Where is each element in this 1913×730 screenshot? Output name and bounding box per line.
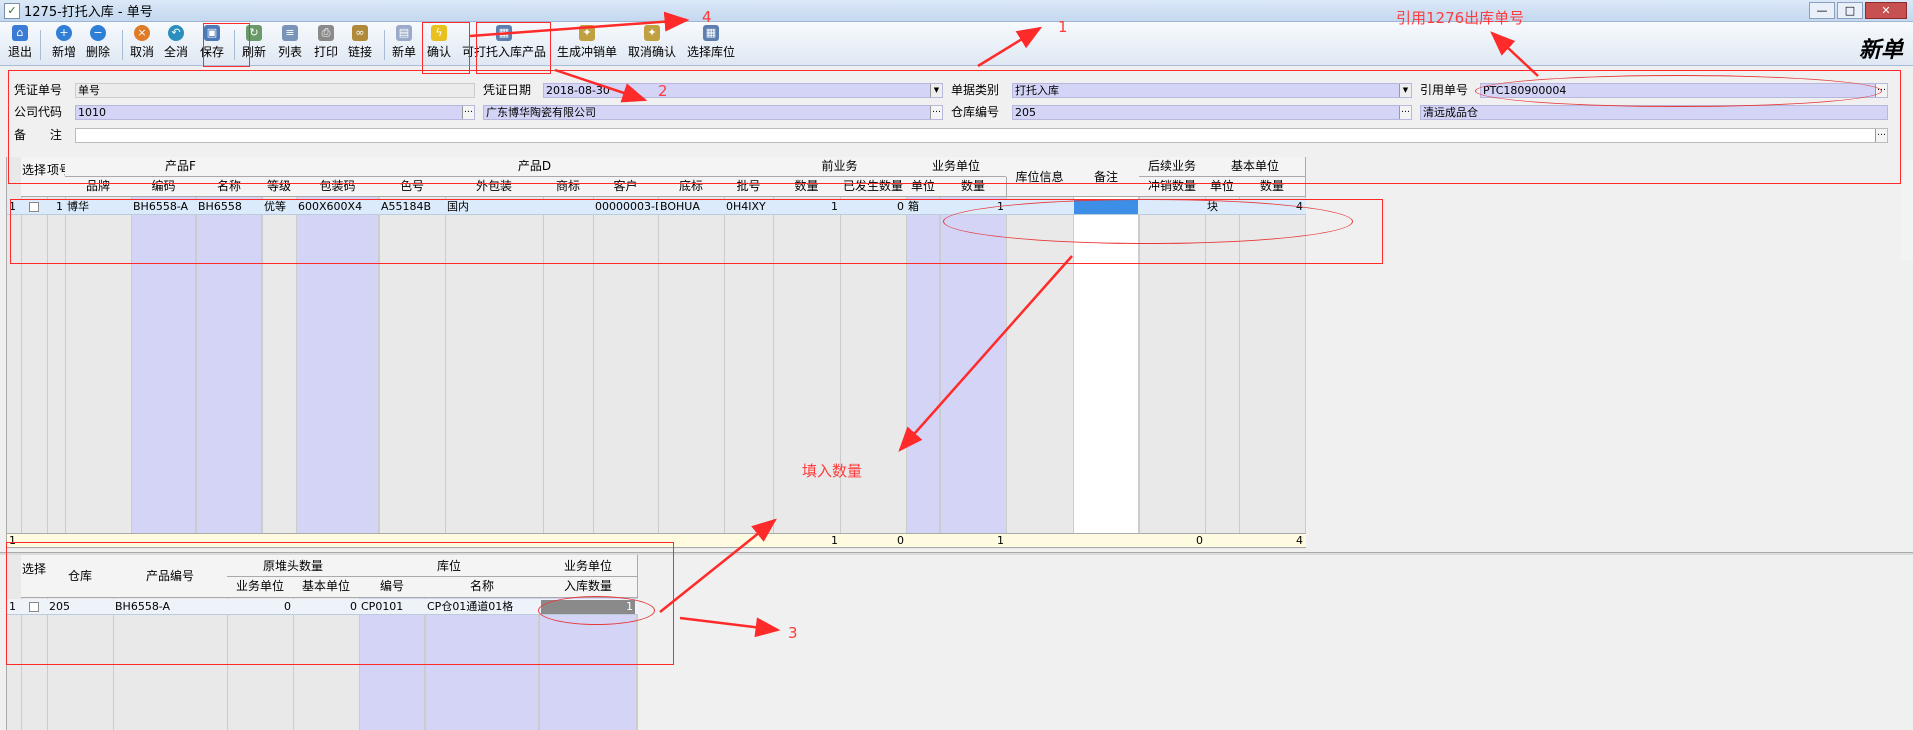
annotation-ellipse-in-qty [538,596,655,625]
link-icon: ∞ [352,25,368,41]
annotation-box-palletizable [476,22,551,74]
annotation-ellipse-ref [1475,75,1882,107]
minus-icon: − [90,25,106,41]
undo-icon: ↶ [168,25,184,41]
print-button[interactable]: ⎙ 打印 [314,25,338,63]
select-location-button[interactable]: ▦ 选择库位 [687,25,735,63]
footer-qty: 1 [997,534,1004,547]
annotation-2: 2 [658,82,668,100]
home-icon: ⌂ [12,25,28,41]
close-button[interactable]: ✕ [1865,2,1907,19]
footer-done-qty: 0 [897,534,904,547]
document-icon: ▤ [396,25,412,41]
minimize-button[interactable]: — [1809,2,1835,19]
toolbar: ⌂ 退出 + 新增 − 删除 × 取消 ↶ 全消 ▣ 保存 ↻ 刷新 ≡ 列表 ⎙ 打印 ∞ 链接 … [0,22,1913,66]
app-icon: ✓ [4,2,20,19]
annotation-4: 4 [702,8,712,26]
window-title: 1275-打托入库 - 单号 [24,5,153,20]
annotation-3: 3 [788,624,798,642]
link-button[interactable]: ∞ 链接 [348,25,372,63]
add-button[interactable]: + 新增 [52,25,76,63]
annotation-box-confirm [422,22,470,74]
new-doc-button[interactable]: ▤ 新单 [392,25,416,63]
annotation-qty-hint: 填入数量 [802,462,863,480]
plus-icon: + [56,25,72,41]
title-bar: ✓ 1275-打托入库 - 单号 — □ ✕ [0,0,1913,22]
annotation-1: 1 [1058,18,1068,36]
annotation-box-save [203,23,250,67]
cancel-icon: × [134,25,150,41]
cancel-confirm-button[interactable]: ✦ 取消确认 [628,25,676,63]
footer-offset-qty: 0 [1196,534,1203,547]
mode-label: 新单 [1858,37,1903,63]
maximize-button[interactable]: □ [1837,2,1863,19]
list-button[interactable]: ≡ 列表 [278,25,302,63]
clear-all-button[interactable]: ↶ 全消 [164,25,188,63]
gear-doc-icon: ✦ [579,25,595,41]
footer-prev-qty: 1 [831,534,838,547]
grid-icon: ▦ [703,25,719,41]
exit-button[interactable]: ⌂ 退出 [8,25,32,63]
gear-doc-icon: ✦ [644,25,660,41]
right-scrollbar[interactable] [1901,160,1913,260]
list-icon: ≡ [282,25,298,41]
cancel-button[interactable]: × 取消 [130,25,154,63]
generate-offset-button[interactable]: ✦ 生成冲销单 [557,25,617,63]
delete-button[interactable]: − 删除 [86,25,110,63]
footer-base-qty: 4 [1296,534,1303,547]
annotation-ref-hint: 引用1276出库单号 [1396,9,1525,27]
annotation-ellipse-qty [943,199,1353,244]
print-icon: ⎙ [318,25,334,41]
